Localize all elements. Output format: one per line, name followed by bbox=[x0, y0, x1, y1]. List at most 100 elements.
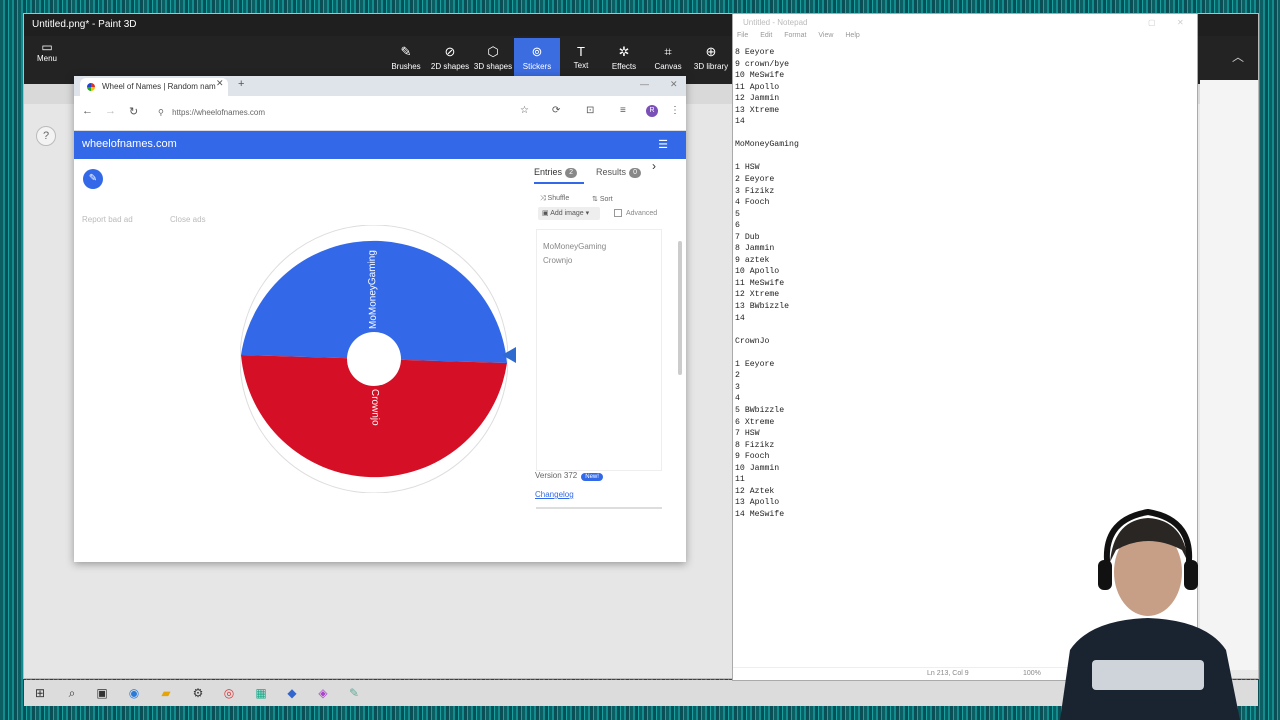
notepad-line: 12 Aztek bbox=[735, 486, 775, 496]
add-image-button[interactable]: ▣ Add image ▾ bbox=[538, 207, 600, 220]
tool-3d-library[interactable]: ⊕ 3D library bbox=[688, 38, 734, 82]
entries-scrollbar[interactable] bbox=[678, 241, 682, 375]
close-window-icon[interactable]: ✕ bbox=[670, 79, 678, 90]
2d-shapes-icon: ⊘ bbox=[444, 44, 456, 59]
report-ad-link[interactable]: Report bad ad bbox=[82, 215, 133, 224]
notepad-line: 8 Jammin bbox=[735, 244, 775, 254]
close-icon[interactable]: ✕ bbox=[1177, 14, 1184, 32]
forward-icon[interactable]: → bbox=[105, 105, 116, 117]
tab-entries[interactable]: Entries 2 bbox=[534, 167, 584, 184]
notepad-line: 10 MeSwife bbox=[735, 71, 785, 81]
notepad-line: 1 HSW bbox=[735, 163, 760, 173]
chrome-icon[interactable]: ◎ bbox=[221, 685, 237, 701]
extension-icon[interactable]: ⟳ bbox=[552, 105, 560, 116]
notepad-line: 7 HSW bbox=[735, 429, 760, 439]
notepad-line: 3 bbox=[735, 382, 740, 392]
app-icon[interactable]: ◆ bbox=[284, 685, 300, 701]
profile-avatar[interactable]: R bbox=[646, 105, 658, 117]
stickers-icon: ⊚ bbox=[531, 44, 543, 59]
extensions-menu-icon[interactable]: ≡ bbox=[620, 105, 626, 116]
notepad-line: 1 Eeyore bbox=[735, 359, 775, 369]
bookmark-star-icon[interactable]: ☆ bbox=[520, 105, 529, 116]
settings-icon[interactable]: ⚙ bbox=[190, 685, 206, 701]
notepad-line: 5 BWbizzle bbox=[735, 405, 785, 415]
brush-icon: ✎ bbox=[400, 44, 412, 59]
site-body: ✎ Report bad ad Close ads MoMoneyGaming … bbox=[74, 159, 686, 529]
notepad-icon[interactable]: ✎ bbox=[346, 685, 362, 701]
file-explorer-icon[interactable]: ▰ bbox=[158, 685, 174, 701]
folder-icon: ▭ bbox=[41, 40, 53, 54]
reload-icon[interactable]: ↻ bbox=[129, 105, 138, 118]
search-icon[interactable]: ⌕ bbox=[64, 685, 80, 701]
new-badge: New! bbox=[581, 473, 603, 481]
checkbox-icon bbox=[614, 209, 622, 217]
headphone-left-icon bbox=[1098, 560, 1112, 590]
wheel-of-names[interactable]: MoMoneyGaming Crownjo bbox=[240, 225, 508, 493]
edge-icon[interactable]: ◉ bbox=[126, 685, 142, 701]
notepad-line: 14 MeSwife bbox=[735, 509, 785, 519]
entries-textarea[interactable]: MoMoneyGaming Crownjo bbox=[536, 229, 662, 471]
changelog-link[interactable]: Changelog bbox=[535, 490, 574, 499]
maximize-icon[interactable]: ▢ bbox=[1148, 14, 1156, 32]
add-image-label: Add image bbox=[550, 210, 584, 217]
site-title[interactable]: wheelofnames.com bbox=[82, 138, 177, 150]
notepad-line: 8 Fizikz bbox=[735, 440, 775, 450]
tool-label: Brushes bbox=[391, 62, 421, 71]
notepad-line: 13 Apollo bbox=[735, 498, 780, 508]
address-bar[interactable]: ⚲ https://wheelofnames.com bbox=[158, 102, 518, 124]
browser-tab[interactable]: Wheel of Names | Random nam bbox=[80, 78, 228, 96]
hamburger-menu-icon[interactable]: ☰ bbox=[658, 138, 668, 151]
menu-edit[interactable]: Edit bbox=[760, 32, 772, 39]
entry-line: MoMoneyGaming bbox=[543, 242, 607, 251]
new-tab-icon[interactable]: + bbox=[238, 78, 244, 90]
text-icon: T bbox=[577, 44, 585, 59]
menu-help[interactable]: Help bbox=[845, 32, 859, 39]
tab-results-label: Results bbox=[596, 167, 627, 177]
notepad-line: 9 crown/bye bbox=[735, 59, 790, 69]
close-ads-link[interactable]: Close ads bbox=[170, 215, 206, 224]
menu-view[interactable]: View bbox=[818, 32, 833, 39]
notepad-line: 10 Jammin bbox=[735, 463, 780, 473]
kebab-menu-icon[interactable]: ⋮ bbox=[670, 105, 680, 116]
menu-button[interactable]: ▭ Menu bbox=[32, 40, 62, 63]
app-icon[interactable]: ▦ bbox=[253, 685, 269, 701]
advanced-checkbox[interactable]: Advanced bbox=[614, 209, 657, 217]
windows-start-icon[interactable]: ⊞ bbox=[32, 685, 48, 701]
notepad-text-area[interactable]: 8 Eeyore 9 crown/bye 10 MeSwife 11 Apollo 12… bbox=[735, 47, 799, 520]
tab-title: Wheel of Names | Random nam bbox=[102, 82, 216, 91]
task-view-icon[interactable]: ▣ bbox=[94, 685, 110, 701]
notepad-line: CrownJo bbox=[735, 336, 770, 346]
tool-label: 3D library bbox=[693, 62, 729, 71]
sort-button[interactable]: ⇅ Sort bbox=[592, 195, 613, 203]
horizontal-scrollbar[interactable] bbox=[536, 507, 662, 509]
menu-file[interactable]: File bbox=[737, 32, 748, 39]
menu-label: Menu bbox=[36, 54, 57, 63]
back-icon[interactable]: ← bbox=[82, 105, 93, 117]
notepad-line: 7 Dub bbox=[735, 232, 760, 242]
tab-strip: Wheel of Names | Random nam ✕ + — ✕ bbox=[74, 76, 686, 96]
close-tab-icon[interactable]: ✕ bbox=[216, 78, 224, 89]
tab-results[interactable]: Results 0 bbox=[596, 167, 642, 178]
entry-line: Crownjo bbox=[543, 256, 573, 265]
notepad-line: 12 Jammin bbox=[735, 94, 780, 104]
screenshot-icon[interactable]: ⊡ bbox=[586, 105, 594, 116]
menu-format[interactable]: Format bbox=[784, 32, 806, 39]
chevron-right-icon[interactable]: › bbox=[652, 159, 656, 173]
wheel-center[interactable] bbox=[347, 332, 401, 386]
edit-pencil-icon[interactable]: ✎ bbox=[83, 169, 103, 189]
notepad-line: 10 Apollo bbox=[735, 267, 780, 277]
notepad-line: 14 bbox=[735, 117, 745, 127]
effects-icon: ✲ bbox=[618, 44, 630, 59]
paint3d-icon[interactable]: ◈ bbox=[315, 685, 331, 701]
tool-label: 2D shapes bbox=[430, 62, 470, 71]
notepad-line: 4 bbox=[735, 394, 740, 404]
sort-label: Sort bbox=[599, 196, 613, 203]
chevron-up-icon[interactable]: ︿ bbox=[1232, 48, 1244, 65]
tool-label: 3D shapes bbox=[473, 62, 513, 71]
headphone-right-icon bbox=[1184, 560, 1198, 590]
shuffle-button[interactable]: ⤨ Shuffle bbox=[540, 195, 569, 203]
version-label: Version 372 bbox=[535, 471, 578, 480]
wheel-label-momoneygaming: MoMoneyGaming bbox=[367, 250, 379, 329]
help-icon[interactable]: ? bbox=[36, 126, 56, 146]
minimize-icon[interactable]: — bbox=[640, 79, 649, 89]
